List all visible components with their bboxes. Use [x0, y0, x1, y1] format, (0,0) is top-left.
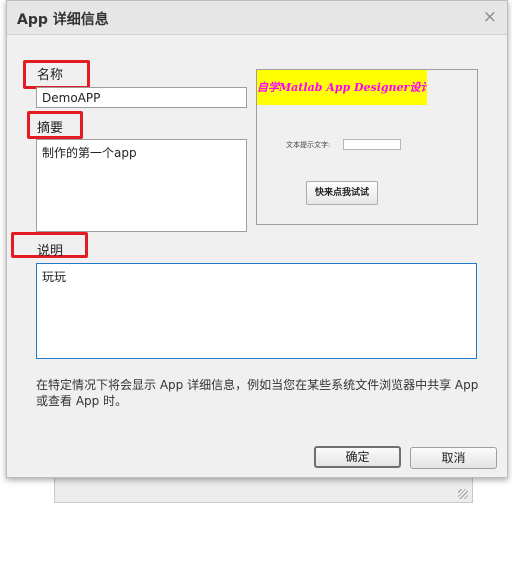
- preview-banner: 自学Matlab App Designer设计: [257, 70, 427, 105]
- description-label: 说明: [37, 244, 64, 259]
- summary-textarea[interactable]: 制作的第一个app: [36, 139, 247, 232]
- app-screenshot-preview[interactable]: 自学Matlab App Designer设计 文本提示文字: 快来点我试试: [256, 69, 478, 225]
- name-input[interactable]: [36, 87, 247, 108]
- name-label: 名称: [37, 68, 64, 83]
- cancel-button[interactable]: 取消: [410, 447, 497, 469]
- resize-grip-icon[interactable]: [458, 489, 468, 499]
- summary-label: 摘要: [37, 121, 64, 136]
- preview-text-field: [343, 139, 401, 150]
- background-window: [54, 478, 473, 503]
- ok-button[interactable]: 确定: [314, 446, 401, 468]
- dialog-title: App 详细信息: [17, 12, 109, 28]
- close-icon[interactable]: ×: [483, 7, 497, 27]
- preview-button: 快来点我试试: [306, 181, 378, 205]
- app-details-dialog: App 详细信息 × 名称 摘要 制作的第一个app 自学Matlab App …: [6, 0, 508, 478]
- description-textarea[interactable]: 玩玩: [36, 263, 477, 359]
- info-text: 在特定情况下将会显示 App 详细信息，例如当您在某些系统文件浏览器中共享 Ap…: [36, 378, 479, 408]
- preview-text-label: 文本提示文字:: [286, 141, 331, 149]
- dialog-titlebar: App 详细信息 ×: [7, 1, 507, 35]
